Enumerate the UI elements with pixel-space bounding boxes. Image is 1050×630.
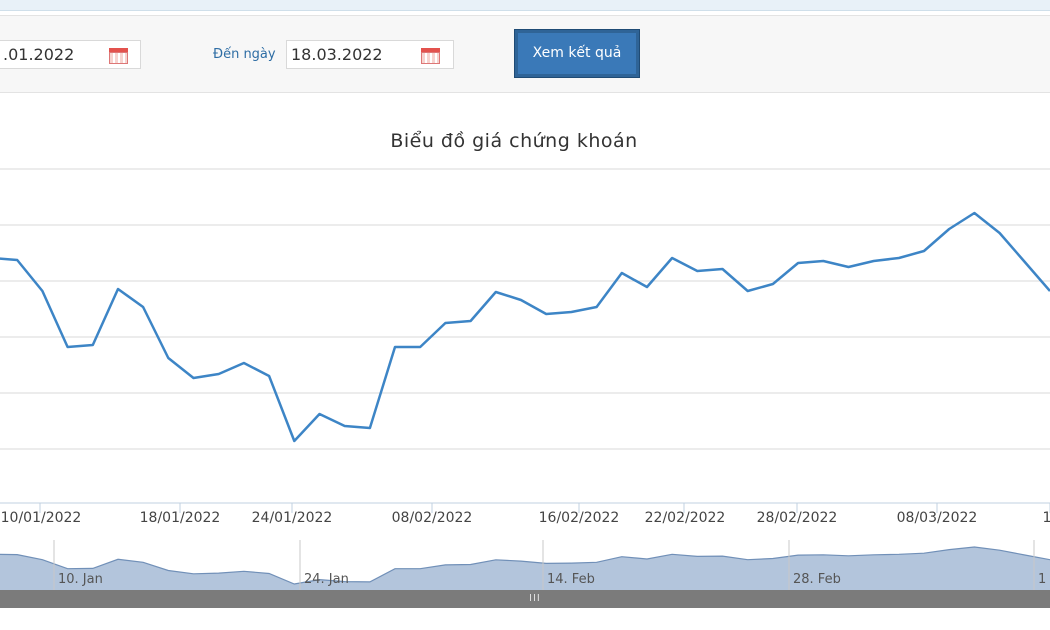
x-tick-label-0: 10/01/2022 <box>1 510 82 526</box>
x-tick-label-4: 16/02/2022 <box>539 510 620 526</box>
x-tick-label-8: 1 <box>1043 510 1050 526</box>
navigator-label-4: 1 <box>1038 572 1046 587</box>
navigator-scrollbar[interactable]: III <box>0 590 1050 608</box>
x-tick-label-7: 08/03/2022 <box>897 510 978 526</box>
x-tick-label-6: 28/02/2022 <box>757 510 838 526</box>
price-series-line <box>0 211 1050 443</box>
scrollbar-grip[interactable]: III <box>529 593 541 605</box>
navigator-label-0: 10. Jan <box>58 572 103 587</box>
navigator-label-1: 24. Jan <box>304 572 349 587</box>
x-tick-label-1: 18/01/2022 <box>140 510 221 526</box>
stock-price-chart: 10/01/2022 18/01/2022 24/01/2022 08/02/2022… <box>0 168 1050 590</box>
x-tick-label-3: 08/02/2022 <box>392 510 473 526</box>
x-tick-label-2: 24/01/2022 <box>252 510 333 526</box>
x-tick-label-5: 22/02/2022 <box>645 510 726 526</box>
navigator-label-3: 28. Feb <box>793 572 841 587</box>
navigator-label-2: 14. Feb <box>547 572 595 587</box>
